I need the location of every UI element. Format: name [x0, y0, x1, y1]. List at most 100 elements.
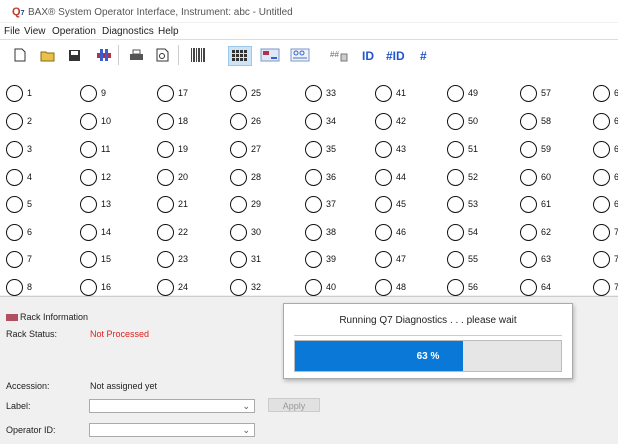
- well-circle-icon[interactable]: [305, 279, 322, 296]
- well-circle-icon[interactable]: [157, 85, 174, 102]
- sample-well[interactable]: 69: [593, 195, 618, 215]
- sample-well[interactable]: 62: [520, 223, 576, 243]
- well-circle-icon[interactable]: [593, 113, 610, 130]
- sample-well[interactable]: 56: [447, 278, 503, 298]
- well-circle-icon[interactable]: [447, 279, 464, 296]
- grid-view-icon[interactable]: [228, 46, 252, 66]
- well-circle-icon[interactable]: [520, 196, 537, 213]
- well-circle-icon[interactable]: [447, 85, 464, 102]
- sample-well[interactable]: 70: [593, 223, 618, 243]
- operator-id-combobox[interactable]: ⌄: [89, 423, 255, 437]
- well-circle-icon[interactable]: [230, 279, 247, 296]
- sample-well[interactable]: 55: [447, 250, 503, 270]
- well-circle-icon[interactable]: [80, 85, 97, 102]
- well-circle-icon[interactable]: [305, 224, 322, 241]
- well-circle-icon[interactable]: [6, 141, 23, 158]
- sample-well[interactable]: 38: [305, 223, 361, 243]
- sample-well[interactable]: 8: [6, 278, 62, 298]
- sample-well[interactable]: 3: [6, 140, 62, 160]
- sample-well[interactable]: 30: [230, 223, 286, 243]
- sample-well[interactable]: 31: [230, 250, 286, 270]
- sample-well[interactable]: 19: [157, 140, 213, 160]
- sample-well[interactable]: 48: [375, 278, 431, 298]
- well-circle-icon[interactable]: [520, 169, 537, 186]
- label-combobox[interactable]: ⌄: [89, 399, 255, 413]
- sample-number-id-view-button[interactable]: #ID: [386, 49, 405, 63]
- chevron-down-icon[interactable]: ⌄: [242, 401, 250, 412]
- well-circle-icon[interactable]: [593, 196, 610, 213]
- print-preview-icon[interactable]: [152, 46, 172, 64]
- sample-well[interactable]: 71: [593, 250, 618, 270]
- well-circle-icon[interactable]: [6, 169, 23, 186]
- barcode-icon[interactable]: [188, 46, 208, 64]
- well-circle-icon[interactable]: [80, 279, 97, 296]
- sample-well[interactable]: 9: [80, 84, 136, 104]
- well-circle-icon[interactable]: [6, 251, 23, 268]
- sample-well[interactable]: 7: [6, 250, 62, 270]
- sample-well[interactable]: 22: [157, 223, 213, 243]
- sample-well[interactable]: 5: [6, 195, 62, 215]
- sample-well[interactable]: 47: [375, 250, 431, 270]
- well-circle-icon[interactable]: [305, 196, 322, 213]
- well-circle-icon[interactable]: [230, 141, 247, 158]
- sample-well[interactable]: 54: [447, 223, 503, 243]
- well-circle-icon[interactable]: [80, 251, 97, 268]
- menu-operation[interactable]: Operation: [52, 26, 96, 37]
- sample-well[interactable]: 15: [80, 250, 136, 270]
- sample-well[interactable]: 36: [305, 168, 361, 188]
- sample-well[interactable]: 20: [157, 168, 213, 188]
- well-circle-icon[interactable]: [305, 141, 322, 158]
- chevron-down-icon[interactable]: ⌄: [242, 425, 250, 436]
- well-circle-icon[interactable]: [447, 169, 464, 186]
- sample-well[interactable]: 43: [375, 140, 431, 160]
- sample-well[interactable]: 2: [6, 112, 62, 132]
- well-circle-icon[interactable]: [6, 196, 23, 213]
- sample-well[interactable]: 32: [230, 278, 286, 298]
- id-view-button[interactable]: ID: [362, 49, 374, 63]
- well-circle-icon[interactable]: [447, 196, 464, 213]
- sample-well[interactable]: 35: [305, 140, 361, 160]
- sample-well[interactable]: 12: [80, 168, 136, 188]
- well-circle-icon[interactable]: [6, 113, 23, 130]
- well-circle-icon[interactable]: [305, 251, 322, 268]
- well-circle-icon[interactable]: [230, 85, 247, 102]
- sample-well[interactable]: 52: [447, 168, 503, 188]
- well-circle-icon[interactable]: [520, 224, 537, 241]
- sample-well[interactable]: 33: [305, 84, 361, 104]
- well-circle-icon[interactable]: [6, 279, 23, 296]
- well-circle-icon[interactable]: [230, 169, 247, 186]
- sample-well[interactable]: 41: [375, 84, 431, 104]
- menu-help[interactable]: Help: [158, 26, 179, 37]
- well-circle-icon[interactable]: [593, 224, 610, 241]
- well-circle-icon[interactable]: [375, 113, 392, 130]
- menu-file[interactable]: File: [4, 26, 20, 37]
- sample-well[interactable]: 50: [447, 112, 503, 132]
- well-circle-icon[interactable]: [157, 196, 174, 213]
- new-file-icon[interactable]: [10, 46, 30, 64]
- sample-well[interactable]: 26: [230, 112, 286, 132]
- well-circle-icon[interactable]: [6, 224, 23, 241]
- well-circle-icon[interactable]: [230, 113, 247, 130]
- sample-well[interactable]: 21: [157, 195, 213, 215]
- well-circle-icon[interactable]: [305, 169, 322, 186]
- sample-well[interactable]: 1: [6, 84, 62, 104]
- sample-well[interactable]: 17: [157, 84, 213, 104]
- well-circle-icon[interactable]: [520, 279, 537, 296]
- well-circle-icon[interactable]: [230, 196, 247, 213]
- menu-view[interactable]: View: [24, 26, 46, 37]
- sample-well[interactable]: 28: [230, 168, 286, 188]
- sample-well[interactable]: 39: [305, 250, 361, 270]
- well-circle-icon[interactable]: [80, 141, 97, 158]
- sample-well[interactable]: 45: [375, 195, 431, 215]
- sample-well[interactable]: 61: [520, 195, 576, 215]
- sample-well[interactable]: 18: [157, 112, 213, 132]
- sample-well[interactable]: 63: [520, 250, 576, 270]
- menu-diagnostics[interactable]: Diagnostics: [102, 26, 154, 37]
- sample-well[interactable]: 25: [230, 84, 286, 104]
- open-folder-icon[interactable]: [38, 46, 58, 64]
- sample-well[interactable]: 34: [305, 112, 361, 132]
- well-circle-icon[interactable]: [375, 141, 392, 158]
- well-circle-icon[interactable]: [375, 279, 392, 296]
- well-circle-icon[interactable]: [520, 85, 537, 102]
- well-circle-icon[interactable]: [375, 169, 392, 186]
